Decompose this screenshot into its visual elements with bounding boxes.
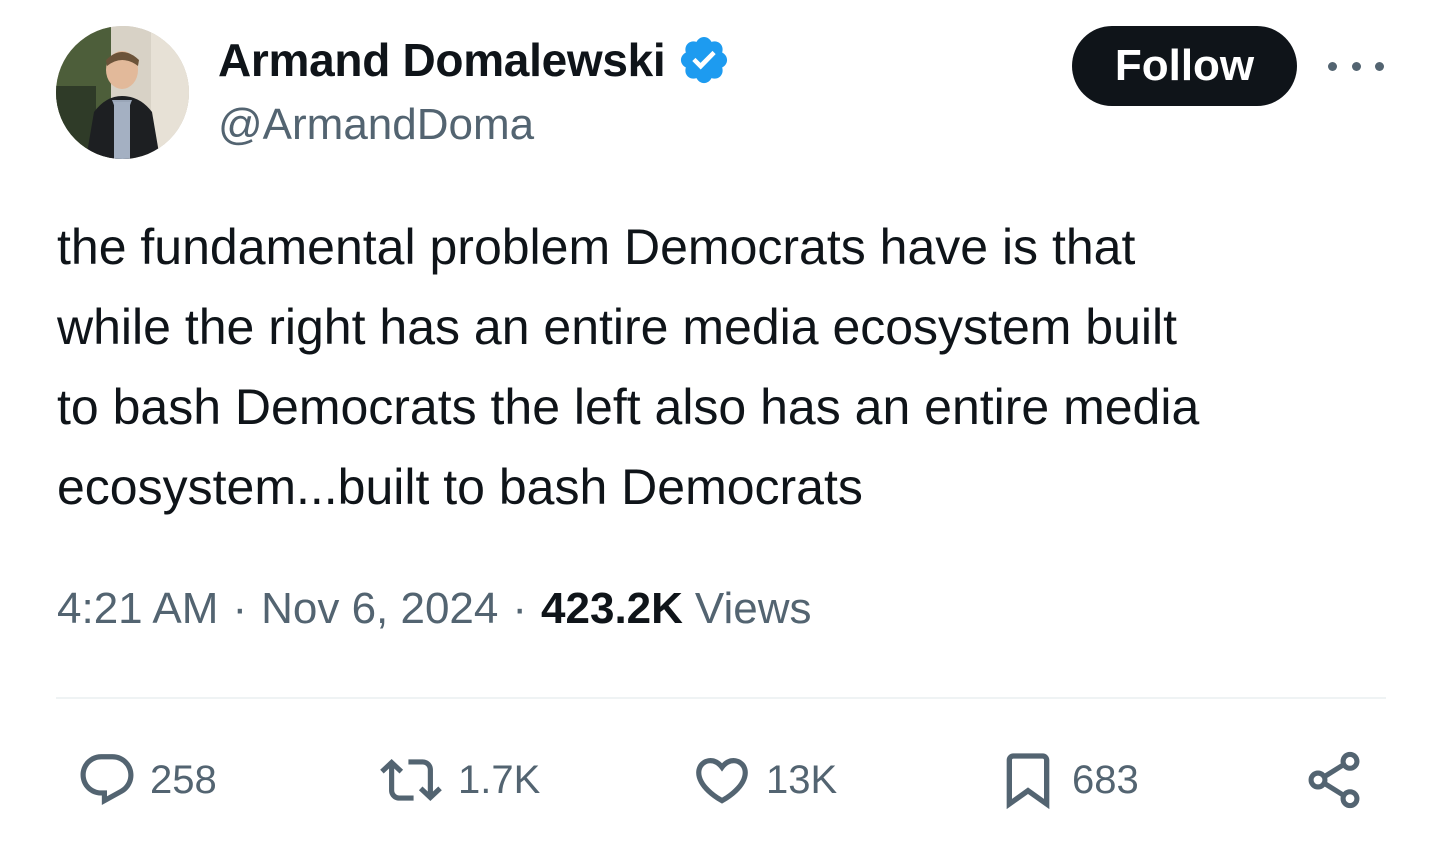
more-dot — [1328, 61, 1337, 71]
author-display-name[interactable]: Armand Domalewski — [218, 33, 666, 87]
tweet-meta: 4:21 AM · Nov 6, 2024 · 423.2K Views — [57, 584, 812, 634]
bookmark-button[interactable]: 683 — [996, 748, 1139, 812]
tweet-text: the fundamental problem Democrats have i… — [57, 219, 1200, 515]
views-count: 423.2K — [541, 584, 683, 633]
repost-count: 1.7K — [458, 757, 541, 802]
heart-icon — [696, 758, 748, 804]
reply-count: 258 — [150, 757, 217, 802]
repost-button[interactable]: 1.7K — [376, 748, 540, 812]
more-dot — [1351, 61, 1361, 71]
bookmark-count: 683 — [1072, 757, 1139, 802]
author-avatar[interactable] — [56, 26, 189, 159]
tweet-time[interactable]: 4:21 AM — [57, 584, 218, 634]
more-options-icon[interactable] — [1328, 50, 1384, 82]
bookmark-icon — [1006, 753, 1050, 810]
meta-separator: · — [232, 584, 248, 633]
repost-icon — [380, 759, 442, 801]
divider — [56, 697, 1386, 699]
reply-button[interactable]: 258 — [76, 748, 217, 812]
tweet-actions: 258 1.7K 13K 683 — [0, 748, 1440, 812]
tweet-date[interactable]: Nov 6, 2024 — [261, 584, 498, 634]
share-button[interactable] — [1302, 748, 1366, 812]
like-count: 13K — [766, 757, 838, 802]
author-handle[interactable]: @ArmandDoma — [218, 100, 534, 150]
meta-separator: · — [512, 584, 528, 633]
reply-icon — [80, 754, 134, 806]
follow-button[interactable]: Follow — [1072, 26, 1297, 106]
author-name-row: Armand Domalewski — [218, 32, 731, 88]
more-dot — [1375, 61, 1384, 71]
avatar-image — [56, 26, 189, 159]
share-icon — [1308, 751, 1360, 809]
views-label: Views — [694, 584, 812, 633]
verified-badge-icon[interactable] — [677, 33, 731, 87]
like-button[interactable]: 13K — [690, 748, 837, 812]
